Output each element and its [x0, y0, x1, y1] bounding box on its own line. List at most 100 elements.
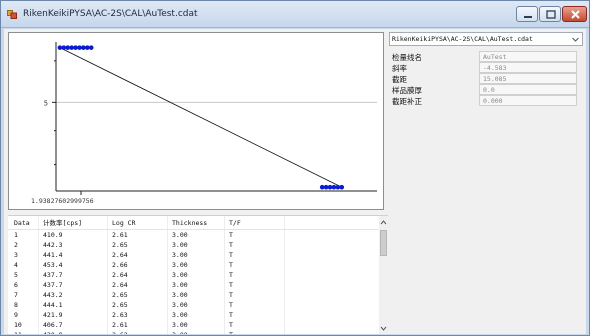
table-row[interactable]: 4 453.4 2.66 3.00 T	[8, 260, 388, 270]
table-cell: 437.7	[43, 281, 63, 289]
table-cell: 8	[14, 301, 18, 309]
table-scrollbar[interactable]	[379, 216, 388, 334]
data-point	[335, 184, 341, 190]
slope-field[interactable]: -4.583	[479, 62, 577, 73]
table-cell: T	[229, 281, 233, 289]
client-area: 5 1.93827602999756 RikenKeikiPYSA\AC-2S\C…	[4, 29, 586, 334]
table-cell: 5	[14, 271, 18, 279]
table-cell: 420.8	[43, 330, 63, 334]
table-cell: 11	[14, 330, 22, 334]
calibration-file-select[interactable]: RikenKeikiPYSA\AC-2S\CAL\AuTest.cdat	[389, 32, 583, 46]
table-cell: T	[229, 311, 233, 319]
property-value: 0.0	[483, 86, 495, 94]
info-panel: RikenKeikiPYSA\AC-2S\CAL\AuTest.cdat 检量线…	[386, 30, 586, 334]
property-value: 15.085	[483, 75, 507, 83]
table-row[interactable]: 1 410.9 2.61 3.00 T	[8, 230, 388, 240]
table-cell: 3.00	[172, 281, 188, 289]
column-header-tf[interactable]: T/F	[229, 216, 241, 230]
intercept-correction-field[interactable]: 0.000	[479, 95, 577, 106]
properties-grid: 检量线名 AuTest 斜率 -4.583 截距 15.085 样品膜厚 0.0…	[390, 51, 580, 106]
curve-name-field[interactable]: AuTest	[479, 51, 577, 62]
calibration-chart: 5 1.93827602999756	[8, 32, 384, 210]
table-cell: T	[229, 291, 233, 299]
chart-svg: 5 1.93827602999756	[31, 42, 377, 205]
data-point	[73, 45, 78, 50]
data-point	[323, 184, 329, 190]
property-value: -4.583	[483, 64, 507, 72]
table-cell: 406.7	[43, 321, 63, 329]
table-row[interactable]: 7 443.2 2.65 3.00 T	[8, 290, 388, 300]
table-cell: 2.61	[112, 321, 128, 329]
table-cell: 9	[14, 311, 18, 319]
table-cell: 453.4	[43, 261, 63, 269]
scroll-thumb[interactable]	[380, 230, 387, 256]
table-cell: 3.00	[172, 251, 188, 259]
column-header-thickness[interactable]: Thickness	[172, 216, 207, 230]
property-row-intercept-correction: 截距补正 0.000	[390, 95, 580, 106]
table-cell: 2.65	[112, 301, 128, 309]
table-cell: 410.9	[43, 231, 63, 239]
table-body: 1 410.9 2.61 3.00 T 2 442.3 2.65 3.00 T 3 441.4 2.64…	[8, 230, 388, 334]
table-cell: 2.64	[112, 251, 128, 259]
sample-thickness-field[interactable]: 0.0	[479, 84, 577, 95]
data-point	[88, 45, 94, 50]
table-row[interactable]: 10 406.7 2.61 3.00 T	[8, 320, 388, 330]
table-row[interactable]: 2 442.3 2.65 3.00 T	[8, 240, 388, 250]
table-cell: 444.1	[43, 301, 63, 309]
title-bar[interactable]: RikenKeikiPYSA\AC-2S\CAL\AuTest.cdat	[1, 1, 589, 28]
column-header-data[interactable]: Data	[14, 216, 30, 230]
maximize-icon	[546, 10, 556, 19]
data-point	[331, 184, 337, 190]
table-row[interactable]: 6 437.7 2.64 3.00 T	[8, 280, 388, 290]
table-cell: 3.00	[172, 330, 188, 334]
table-row[interactable]: 8 444.1 2.65 3.00 T	[8, 300, 388, 310]
table-cell: T	[229, 261, 233, 269]
property-row-slope: 斜率 -4.583	[390, 62, 580, 73]
table-cell: 2.64	[112, 281, 128, 289]
table-cell: 4	[14, 261, 18, 269]
scroll-up-icon[interactable]	[380, 219, 387, 226]
property-value: 0.000	[483, 97, 503, 105]
table-cell: T	[229, 321, 233, 329]
close-button[interactable]	[562, 6, 587, 22]
data-point	[65, 45, 71, 50]
table-cell: 3	[14, 251, 18, 259]
table-cell: 443.2	[43, 291, 63, 299]
table-cell: 3.00	[172, 301, 188, 309]
table-row[interactable]: 3 441.4 2.64 3.00 T	[8, 250, 388, 260]
table-cell: 2.66	[112, 261, 128, 269]
property-row-intercept: 截距 15.085	[390, 73, 580, 84]
table-cell: 3.00	[172, 241, 188, 249]
table-cell: T	[229, 251, 233, 259]
data-point	[81, 45, 86, 50]
table-cell: 10	[14, 321, 22, 329]
data-point	[85, 45, 90, 50]
fit-line	[59, 47, 342, 188]
scroll-down-icon[interactable]	[380, 325, 387, 332]
table-cell: T	[229, 271, 233, 279]
table-cell: 3.00	[172, 261, 188, 269]
table-header: Data 计数率[cps] Log CR Thickness T/F	[8, 216, 388, 230]
minimize-button[interactable]	[516, 6, 538, 22]
intercept-field[interactable]: 15.085	[479, 73, 577, 84]
table-row[interactable]: 11 420.8 2.62 3.00 T	[8, 330, 388, 334]
maximize-button[interactable]	[539, 6, 561, 22]
table-cell: T	[229, 231, 233, 239]
chevron-down-icon[interactable]	[571, 35, 580, 44]
column-header-count-rate[interactable]: 计数率[cps]	[43, 216, 82, 230]
data-point	[57, 45, 63, 50]
table-cell: 2.65	[112, 241, 128, 249]
data-point	[327, 184, 333, 190]
column-header-log-cr[interactable]: Log CR	[112, 216, 135, 230]
table-row[interactable]: 5 437.7 2.64 3.00 T	[8, 270, 388, 280]
table-cell: 2.64	[112, 271, 128, 279]
app-icon	[7, 10, 17, 19]
calibration-file-value: RikenKeikiPYSA\AC-2S\CAL\AuTest.cdat	[392, 35, 533, 43]
table-cell: 3.00	[172, 271, 188, 279]
data-table[interactable]: Data 计数率[cps] Log CR Thickness T/F 1 410.…	[8, 215, 388, 334]
table-cell: 441.4	[43, 251, 63, 259]
data-point	[61, 45, 67, 50]
table-row[interactable]: 9 421.9 2.63 3.00 T	[8, 310, 388, 320]
table-cell: 2.63	[112, 311, 128, 319]
table-cell: 3.00	[172, 231, 188, 239]
